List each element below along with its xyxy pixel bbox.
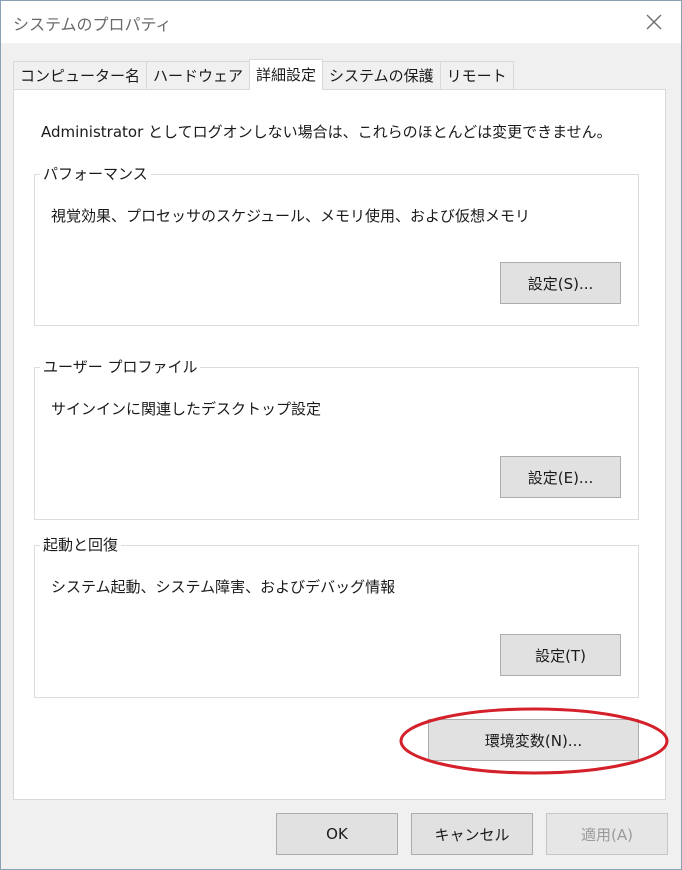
environment-variables-button[interactable]: 環境変数(N)... <box>428 719 639 761</box>
cancel-button[interactable]: キャンセル <box>411 813 533 855</box>
tab-bar: コンピューター名 ハードウェア 詳細設定 システムの保護 リモート <box>13 59 514 90</box>
tab-system-protection[interactable]: システムの保護 <box>322 61 441 89</box>
admin-notice: Administrator としてログオンしない場合は、これらのほとんどは変更で… <box>41 123 612 141</box>
startup-recovery-settings-button[interactable]: 設定(T) <box>500 634 621 676</box>
window-title: システムのプロパティ <box>13 15 172 34</box>
startup-recovery-group: 起動と回復 システム起動、システム障害、およびデバッグ情報 設定(T) <box>34 534 639 698</box>
advanced-tab-panel: Administrator としてログオンしない場合は、これらのほとんどは変更で… <box>13 89 666 800</box>
tab-computer-name[interactable]: コンピューター名 <box>13 61 148 89</box>
user-profile-description: サインインに関連したデスクトップ設定 <box>51 400 322 418</box>
title-bar: システムのプロパティ <box>1 1 681 43</box>
ok-button[interactable]: OK <box>276 813 398 855</box>
apply-button[interactable]: 適用(A) <box>546 813 668 855</box>
system-properties-dialog: システムのプロパティ コンピューター名 ハードウェア 詳細設定 システムの保護 … <box>0 0 682 870</box>
close-button[interactable] <box>639 7 669 37</box>
performance-settings-button[interactable]: 設定(S)... <box>500 262 621 304</box>
user-profile-legend: ユーザー プロファイル <box>40 356 201 377</box>
performance-legend: パフォーマンス <box>40 163 151 184</box>
startup-recovery-description: システム起動、システム障害、およびデバッグ情報 <box>51 578 396 596</box>
startup-recovery-legend: 起動と回復 <box>40 534 122 555</box>
user-profile-settings-button[interactable]: 設定(E)... <box>500 456 621 498</box>
user-profile-group: ユーザー プロファイル サインインに関連したデスクトップ設定 設定(E)... <box>34 356 639 520</box>
performance-group: パフォーマンス 視覚効果、プロセッサのスケジュール、メモリ使用、および仮想メモリ… <box>34 163 639 326</box>
tab-advanced[interactable]: 詳細設定 <box>249 59 324 90</box>
tab-remote[interactable]: リモート <box>439 61 514 89</box>
tab-hardware[interactable]: ハードウェア <box>146 61 251 89</box>
close-icon <box>646 14 662 30</box>
performance-description: 視覚効果、プロセッサのスケジュール、メモリ使用、および仮想メモリ <box>51 207 530 225</box>
